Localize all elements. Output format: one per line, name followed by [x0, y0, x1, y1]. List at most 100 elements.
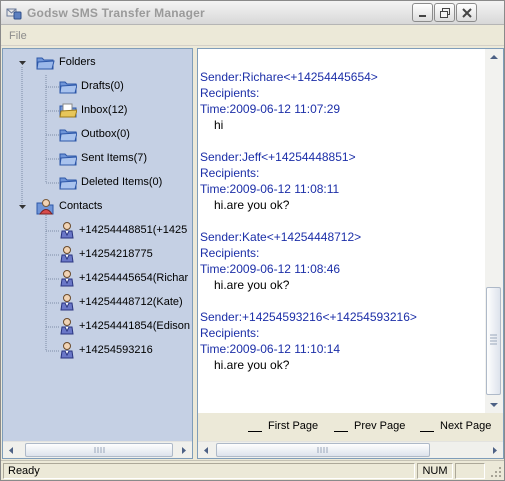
contact-icon [60, 342, 74, 359]
grip-icon [490, 334, 497, 345]
tree-item-drafts[interactable]: Drafts(0) [59, 76, 124, 96]
scroll-up-icon[interactable] [485, 49, 503, 66]
message-body: hi.are you ok? [214, 358, 290, 372]
first-page-link[interactable]: First Page [248, 420, 318, 432]
message-vertical-scrollbar[interactable] [485, 49, 503, 413]
resize-grip-icon[interactable] [490, 466, 502, 478]
grip-icon [317, 447, 328, 453]
collapse-contacts-icon[interactable] [18, 202, 27, 211]
app-window: Godsw SMS Transfer Manager File Folders … [0, 0, 505, 481]
tree-label: Inbox(12) [81, 104, 128, 116]
message-pane: Sender:Richare<+14254445654> Recipients:… [197, 48, 504, 459]
scroll-down-icon[interactable] [485, 396, 503, 413]
message-recipients: Recipients: [200, 326, 260, 340]
message-body: hi [214, 118, 224, 132]
message-sender: Sender:Kate<+14254448712> [200, 230, 362, 244]
tree-label: +14254448851(+1425 [79, 224, 188, 236]
maximize-button[interactable] [434, 3, 455, 22]
first-page-label: First Page [268, 420, 319, 432]
minimize-icon [419, 15, 426, 17]
tree-item-folders[interactable]: Folders [35, 52, 96, 72]
tree-item-outbox[interactable]: Outbox(0) [59, 124, 130, 144]
pager-underline [420, 420, 434, 432]
folder-open-icon [59, 103, 77, 118]
message-list[interactable]: Sender:Richare<+14254445654> Recipients:… [198, 49, 485, 413]
num-indicator-text: NUM [422, 465, 448, 477]
tree-item-contact[interactable]: +14254593216 [59, 340, 153, 360]
contact-icon [60, 318, 74, 335]
menu-bar: File [1, 26, 504, 46]
message-sender: Sender:Jeff<+14254448851> [200, 150, 356, 164]
next-page-label: Next Page [440, 420, 492, 432]
tree-label: +14254218775 [79, 248, 153, 260]
grip-icon [94, 447, 105, 453]
tree-label: +14254441854(Edison [79, 320, 191, 332]
message-item: Sender:+14254593216<+14254593216> Recipi… [198, 309, 485, 373]
minimize-button[interactable] [412, 3, 433, 22]
restore-icon [440, 8, 450, 18]
tree-label: Deleted Items(0) [81, 176, 163, 188]
message-time: Time:2009-06-12 11:08:11 [200, 182, 340, 196]
message-body: hi.are you ok? [214, 198, 290, 212]
message-sender: Sender:Richare<+14254445654> [200, 70, 378, 84]
tree-label: Sent Items(7) [81, 152, 148, 164]
message-horizontal-scrollbar[interactable] [198, 441, 503, 458]
message-time: Time:2009-06-12 11:10:14 [200, 342, 341, 356]
tree-item-contact[interactable]: +14254441854(Edison [59, 316, 190, 336]
next-page-link[interactable]: Next Page [420, 420, 491, 432]
tree-item-sent[interactable]: Sent Items(7) [59, 148, 147, 168]
folder-icon [59, 129, 77, 142]
folder-icon [59, 153, 77, 166]
message-recipients: Recipients: [200, 166, 260, 180]
status-text-panel: Ready [3, 463, 415, 479]
scroll-left-icon[interactable] [198, 442, 215, 459]
contact-icon [60, 270, 74, 287]
tree-label: +14254593216 [79, 344, 153, 356]
folder-tree[interactable]: Folders Drafts(0) Inbox(12) Outbox(0) Se… [2, 48, 193, 459]
message-time: Time:2009-06-12 11:07:29 [200, 102, 341, 116]
pager-bar: First Page Prev Page Next Page [198, 413, 503, 441]
folders-icon [36, 57, 55, 70]
app-icon [6, 8, 22, 20]
prev-page-link[interactable]: Prev Page [334, 420, 405, 432]
scroll-right-icon[interactable] [486, 442, 503, 459]
collapse-folders-icon[interactable] [18, 58, 27, 67]
menu-file[interactable]: File [9, 30, 27, 42]
tree-label: +14254448712(Kate) [79, 296, 183, 308]
window-title: Godsw SMS Transfer Manager [27, 6, 205, 20]
close-button[interactable] [456, 3, 477, 22]
tree-label: Drafts(0) [81, 80, 124, 92]
message-recipients: Recipients: [200, 246, 260, 260]
message-recipients: Recipients: [200, 86, 260, 100]
tree-item-deleted[interactable]: Deleted Items(0) [59, 172, 162, 192]
contact-icon [60, 222, 74, 239]
scroll-left-icon[interactable] [3, 442, 20, 459]
folder-icon [59, 81, 77, 94]
tree-item-contact[interactable]: +14254218775 [59, 244, 153, 264]
scrollbar-thumb[interactable] [486, 287, 501, 395]
title-bar[interactable]: Godsw SMS Transfer Manager [1, 1, 504, 25]
scrollbar-thumb[interactable] [216, 443, 430, 457]
contact-icon [60, 246, 74, 263]
scrollbar-thumb[interactable] [25, 443, 173, 457]
tree-item-contacts[interactable]: Contacts [35, 196, 102, 216]
pager-underline [248, 420, 262, 432]
tree-label: Contacts [59, 200, 103, 212]
tree-label: Outbox(0) [81, 128, 130, 140]
message-sender: Sender:+14254593216<+14254593216> [200, 310, 417, 324]
message-item: Sender:Richare<+14254445654> Recipients:… [198, 69, 485, 133]
contacts-icon [36, 199, 54, 215]
close-icon [462, 8, 472, 18]
tree-item-contact[interactable]: +14254445654(Richar [59, 268, 188, 288]
num-lock-indicator: NUM [417, 463, 453, 479]
message-body: hi.are you ok? [214, 278, 290, 292]
scroll-right-icon[interactable] [175, 442, 192, 459]
tree-horizontal-scrollbar[interactable] [3, 441, 192, 458]
tree-item-inbox[interactable]: Inbox(12) [59, 100, 127, 120]
status-bar: Ready NUM [1, 460, 504, 480]
tree-item-contact[interactable]: +14254448851(+1425 [59, 220, 187, 240]
message-time: Time:2009-06-12 11:08:46 [200, 262, 341, 276]
tree-item-contact[interactable]: +14254448712(Kate) [59, 292, 183, 312]
tree-label: +14254445654(Richar [79, 272, 189, 284]
prev-page-label: Prev Page [354, 420, 406, 432]
